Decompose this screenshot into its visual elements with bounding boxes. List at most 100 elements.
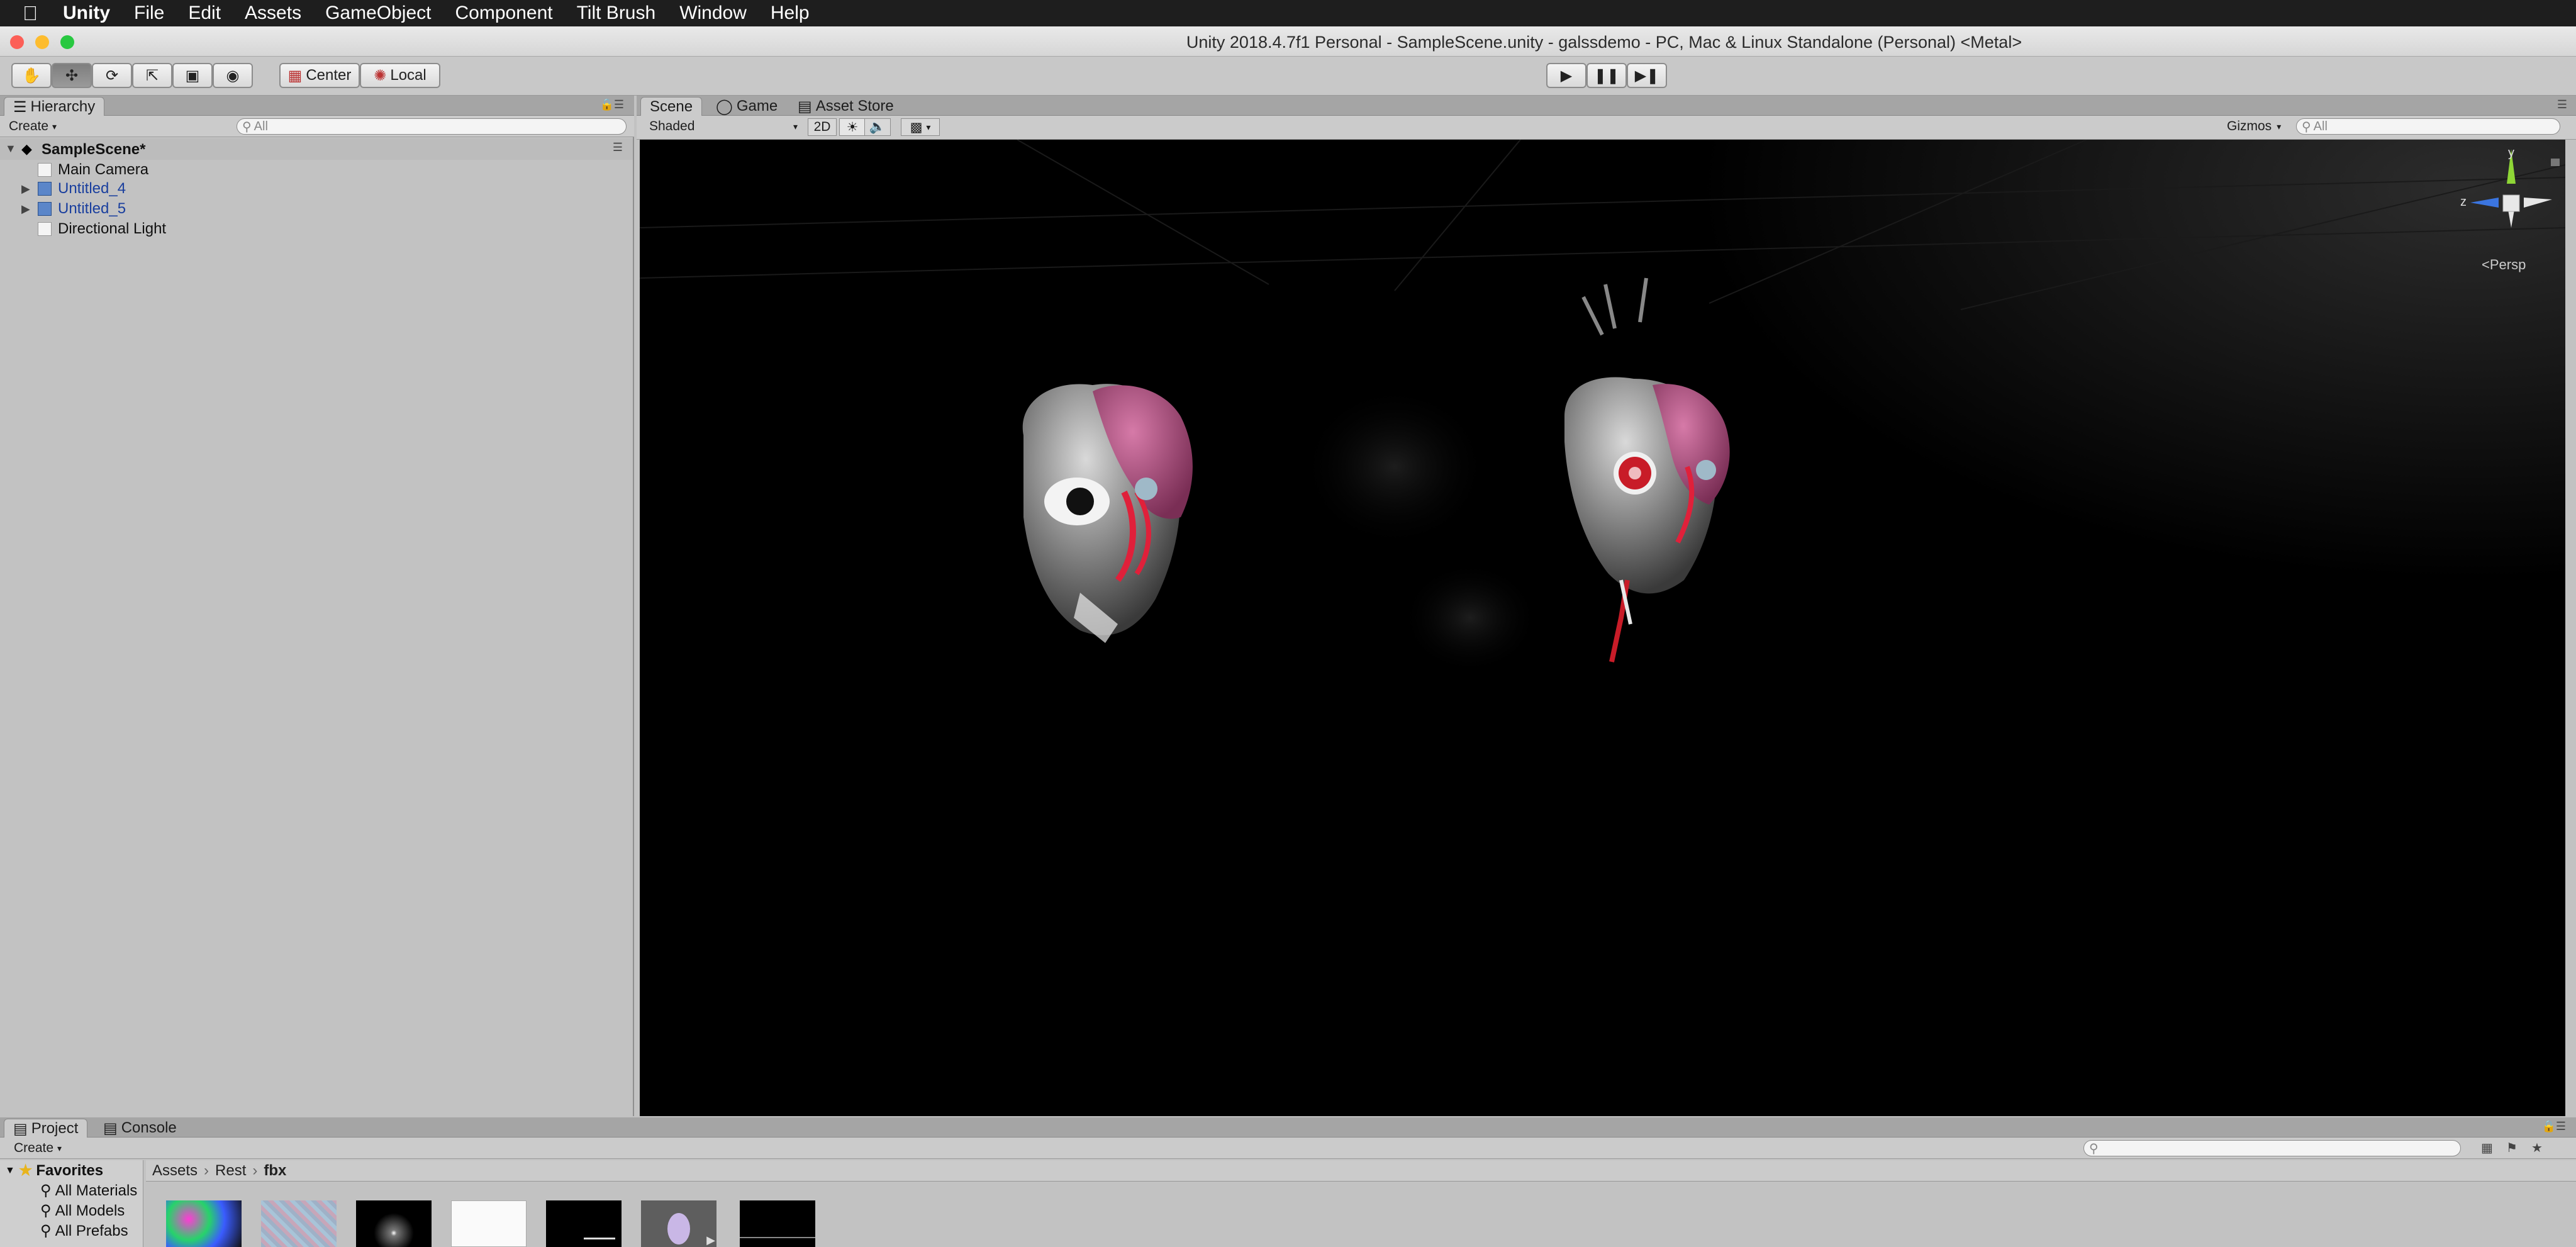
scale-tool-button[interactable]: ⇱ (132, 63, 172, 88)
asset-thumbnail[interactable] (261, 1200, 337, 1247)
close-window-button[interactable] (10, 35, 24, 49)
tab-scene[interactable]: Scene (640, 97, 703, 116)
expand-triangle-icon[interactable]: ▶ (21, 182, 30, 196)
menu-window[interactable]: Window (679, 3, 747, 24)
tab-game[interactable]: ◯ Game (707, 97, 786, 116)
expand-triangle-icon[interactable]: ▶ (21, 203, 30, 216)
game-icon: ◯ (716, 98, 733, 115)
scene-viewport[interactable]: y z <Persp (640, 140, 2565, 1116)
asset-thumbnail[interactable] (451, 1200, 527, 1247)
mac-menubar:  Unity File Edit Assets GameObject Comp… (0, 0, 2576, 26)
tab-console-label: Console (121, 1119, 177, 1136)
scene-tabbar: Scene ◯ Game ▤ Asset Store ☰ (637, 96, 2576, 116)
favorites-label: Favorites (36, 1161, 104, 1179)
favorites-header[interactable]: ▼ ★ Favorites (5, 1161, 103, 1180)
hierarchy-subbar: Create ▾ ⚲ All (0, 116, 634, 137)
shading-mode-dropdown[interactable]: Shaded ▾ (649, 118, 800, 135)
menu-gameobject[interactable]: GameObject (325, 3, 431, 24)
rect-tool-button[interactable]: ▣ (172, 63, 213, 88)
favorite-star-icon[interactable]: ★ (2531, 1140, 2543, 1156)
hierarchy-item-untitled-5[interactable]: Untitled_5 (38, 200, 126, 218)
pause-button[interactable]: ❚❚ (1586, 63, 1627, 88)
chevron-down-icon: ▾ (57, 1143, 62, 1153)
breadcrumb-assets[interactable]: Assets (152, 1162, 198, 1180)
hierarchy-search-input[interactable]: ⚲ All (237, 118, 627, 135)
favorites-item-label: All Prefabs (55, 1222, 128, 1239)
sun-icon: ☀ (846, 120, 859, 135)
move-tool-button[interactable]: ✣ (52, 63, 92, 88)
rotate-icon: ⟳ (105, 67, 119, 84)
menu-assets[interactable]: Assets (245, 3, 301, 24)
lock-icon[interactable]: 🔒☰ (599, 98, 624, 111)
tab-asset-store-label: Asset Store (815, 98, 894, 115)
menu-component[interactable]: Component (455, 3, 552, 24)
scene-orientation-gizmo[interactable]: y z <Persp (2451, 140, 2565, 272)
filter-type-icon[interactable]: ▦ (2481, 1140, 2493, 1156)
project-create-dropdown[interactable]: Create ▾ (14, 1140, 62, 1156)
minimize-window-button[interactable] (35, 35, 49, 49)
asset-thumbnail[interactable]: ▶ (641, 1200, 716, 1247)
favorites-item-all-models[interactable]: ⚲ All Models (40, 1202, 125, 1220)
rotate-tool-button[interactable]: ⟳ (92, 63, 132, 88)
gizmos-dropdown[interactable]: Gizmos ▾ (2227, 118, 2290, 135)
play-icon[interactable]: ▶ (706, 1234, 715, 1247)
project-search-input[interactable]: ⚲ (2083, 1140, 2461, 1156)
breadcrumb-fbx[interactable]: fbx (264, 1162, 286, 1180)
scene-lighting-toggle[interactable]: ☀ (839, 118, 866, 136)
folder-icon: ▤ (13, 1120, 28, 1138)
step-button[interactable]: ▶❚ (1627, 63, 1667, 88)
transform-tool-button[interactable]: ◉ (213, 63, 253, 88)
scene-search-input[interactable]: ⚲ All (2296, 118, 2560, 135)
tab-console[interactable]: ▤ Console (94, 1119, 186, 1138)
asset-thumbnail[interactable] (740, 1200, 815, 1247)
hierarchy-item-directional-light[interactable]: Directional Light (38, 220, 166, 238)
expand-triangle-icon: ▼ (5, 1165, 15, 1176)
scene-audio-toggle[interactable]: 🔈 (864, 118, 891, 136)
expand-triangle-icon[interactable]: ▼ (5, 142, 16, 155)
unity-scene-icon: ◆ (21, 141, 32, 157)
scene-panel-menu-icon[interactable]: ☰ (2557, 98, 2567, 111)
asset-thumbnail[interactable] (356, 1200, 432, 1247)
asset-thumbnail[interactable] (166, 1200, 242, 1247)
asset-thumbnail[interactable] (546, 1200, 622, 1247)
scene-menu-icon[interactable]: ☰ (613, 141, 623, 154)
tab-project[interactable]: ▤ Project (4, 1119, 88, 1138)
scene-search-placeholder: All (2313, 119, 2328, 133)
favorites-item-all-prefabs[interactable]: ⚲ All Prefabs (40, 1222, 128, 1240)
hierarchy-item-label: Main Camera (58, 161, 149, 178)
project-panel-menu-icon[interactable]: 🔒☰ (2541, 1120, 2566, 1133)
hierarchy-item-untitled-4[interactable]: Untitled_4 (38, 180, 126, 198)
chevron-down-icon: ▾ (926, 121, 931, 132)
pivot-center-toggle[interactable]: ▦ Center (279, 63, 360, 88)
store-icon: ▤ (798, 98, 812, 115)
2d-mode-toggle[interactable]: 2D (808, 118, 837, 136)
favorites-item-all-materials[interactable]: ⚲ All Materials (40, 1182, 137, 1200)
menu-tilt-brush[interactable]: Tilt Brush (577, 3, 656, 24)
hierarchy-create-dropdown[interactable]: Create ▾ (9, 118, 57, 135)
breadcrumb-rest[interactable]: Rest (215, 1162, 246, 1180)
tab-hierarchy[interactable]: ☰ Hierarchy (4, 97, 105, 116)
scene-root-row[interactable]: ▼ ◆ SampleScene* ☰ (0, 138, 633, 160)
zoom-window-button[interactable] (60, 35, 74, 49)
star-icon: ★ (18, 1162, 33, 1179)
hierarchy-panel: ☰ Hierarchy 🔒☰ Create ▾ ⚲ All ▼ ◆ Sample… (0, 96, 634, 1116)
filter-label-icon[interactable]: ⚑ (2506, 1140, 2517, 1156)
window-title: Unity 2018.4.7f1 Personal - SampleScene.… (1186, 33, 2022, 52)
menu-app-name[interactable]: Unity (63, 3, 110, 24)
scene-effects-dropdown[interactable]: ▩ ▾ (901, 118, 940, 136)
list-icon: ☰ (13, 98, 27, 116)
menu-file[interactable]: File (134, 3, 164, 24)
apple-icon[interactable]:  (23, 2, 38, 25)
menu-help[interactable]: Help (771, 3, 810, 24)
hand-tool-button[interactable]: ✋ (11, 63, 52, 88)
tab-asset-store[interactable]: ▤ Asset Store (789, 97, 903, 116)
hierarchy-item-main-camera[interactable]: Main Camera (38, 161, 148, 179)
menu-edit[interactable]: Edit (188, 3, 221, 24)
hand-icon: ✋ (22, 67, 41, 84)
projection-label[interactable]: <Persp (2482, 257, 2526, 273)
play-button[interactable]: ▶ (1546, 63, 1586, 88)
search-icon: ⚲ (242, 120, 252, 134)
gameobject-icon (38, 163, 52, 177)
search-icon: ⚲ (2302, 120, 2311, 134)
pivot-local-toggle[interactable]: ✺ Local (360, 63, 440, 88)
